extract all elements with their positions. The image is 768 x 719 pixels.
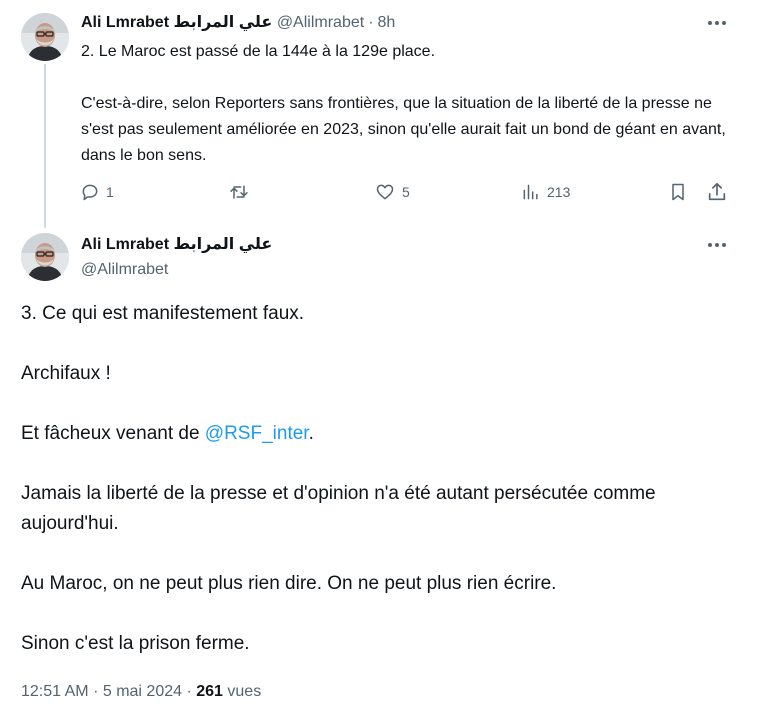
repost-icon xyxy=(230,185,248,199)
tweet-date[interactable]: 5 mai 2024 xyxy=(103,683,182,700)
mention-link[interactable]: @RSF_inter xyxy=(205,423,309,444)
more-options-button[interactable] xyxy=(702,13,732,33)
views-button[interactable]: 213 xyxy=(521,180,570,204)
tweet-timestamp[interactable]: 12:51 AM xyxy=(21,683,89,700)
avatar-image xyxy=(21,233,69,281)
views-total: 261 xyxy=(196,683,223,700)
share-icon xyxy=(708,182,726,201)
more-options-button[interactable] xyxy=(702,235,732,255)
tweet-actions: 1 5 213 xyxy=(0,180,768,204)
tweet-paragraph: Au Maroc, on ne peut plus rien dire. On … xyxy=(21,573,557,594)
paragraph-text: . xyxy=(308,423,314,444)
heart-icon xyxy=(376,184,394,200)
views-label: vues xyxy=(227,683,262,700)
author-name[interactable]: Ali Lmrabet علي المرابط xyxy=(81,14,272,31)
meta-separator: · xyxy=(93,683,99,700)
tweet-paragraph: 3. Ce qui est manifestement faux. xyxy=(21,303,305,324)
like-count: 5 xyxy=(402,184,410,200)
header-separator: · xyxy=(368,14,374,31)
tweet-time[interactable]: 8h xyxy=(378,14,396,31)
more-icon xyxy=(708,21,726,25)
reply-button[interactable]: 1 xyxy=(80,180,114,204)
paragraph-text: Et fâcheux venant de xyxy=(21,423,205,444)
reply-icon xyxy=(82,184,98,201)
tweet-text: 3. Ce qui est manifestement faux. Archif… xyxy=(21,299,721,659)
like-button[interactable]: 5 xyxy=(374,180,410,204)
tweet-paragraph: Archifaux ! xyxy=(21,363,111,384)
tweet-paragraph: 2. Le Maroc est passé de la 144e à la 12… xyxy=(81,43,436,60)
tweet-text: 2. Le Maroc est passé de la 144e à la 12… xyxy=(81,39,741,169)
tweet-header: Ali Lmrabet علي المرابط @Alilmrabet · 8h xyxy=(81,13,395,33)
tweet-paragraph: C'est-à-dire, selon Reporters sans front… xyxy=(81,95,726,164)
views-count: 213 xyxy=(547,184,571,200)
meta-separator: · xyxy=(186,683,192,700)
more-icon xyxy=(708,243,726,247)
share-button[interactable] xyxy=(706,180,728,204)
author-name-row: Ali Lmrabet علي المرابط xyxy=(81,234,272,256)
tweet-1[interactable]: Ali Lmrabet علي المرابط @Alilmrabet · 8h 2… xyxy=(0,0,768,228)
avatar[interactable] xyxy=(21,13,69,61)
bookmark-button[interactable] xyxy=(668,180,688,204)
repost-button[interactable] xyxy=(228,180,256,204)
tweet-paragraph: Jamais la liberté de la presse et d'opin… xyxy=(21,483,656,534)
author-handle[interactable]: @Alilmrabet xyxy=(277,14,364,31)
analytics-icon xyxy=(523,184,538,200)
author-handle[interactable]: @Alilmrabet xyxy=(81,259,168,281)
avatar[interactable] xyxy=(21,233,69,281)
reply-count: 1 xyxy=(106,184,114,200)
tweet-meta: 12:51 AM · 5 mai 2024 · 261 vues xyxy=(21,681,261,703)
avatar-image xyxy=(21,13,69,61)
tweet-paragraph: Sinon c'est la prison ferme. xyxy=(21,633,250,654)
tweet-paragraph: Et fâcheux venant de @RSF_inter. xyxy=(21,419,721,449)
author-name[interactable]: Ali Lmrabet علي المرابط xyxy=(81,236,272,253)
bookmark-icon xyxy=(672,183,684,201)
